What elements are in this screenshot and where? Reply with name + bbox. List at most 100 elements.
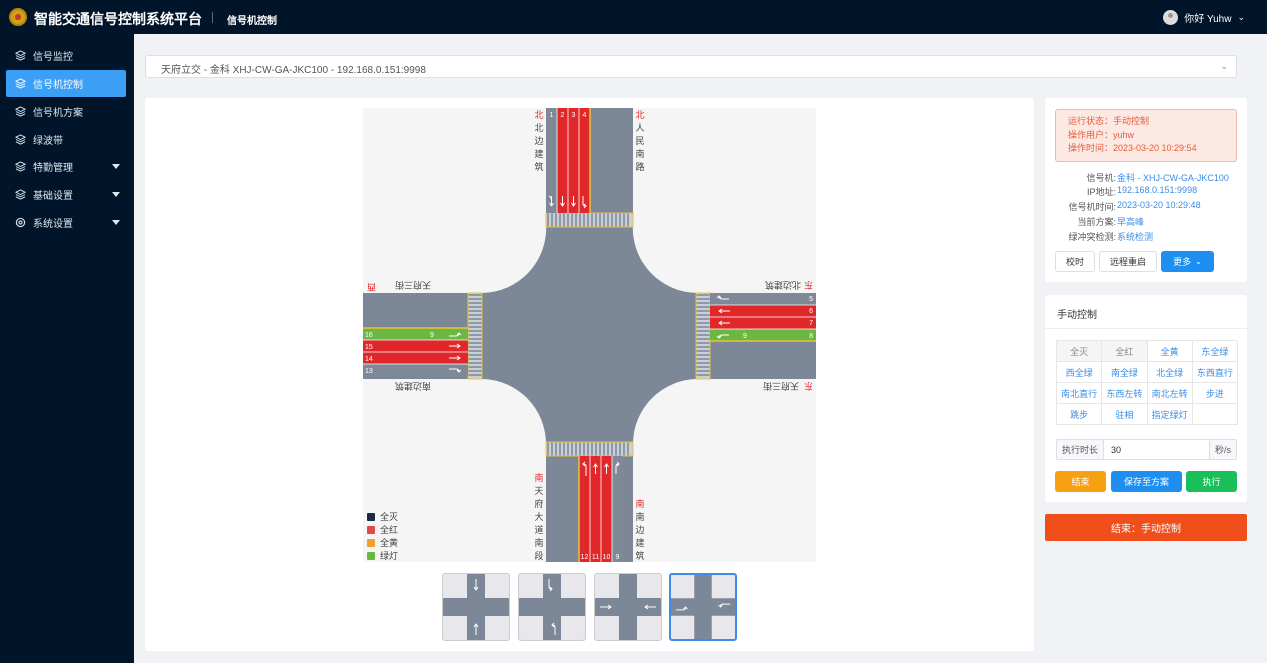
- road-char: 南: [635, 148, 644, 159]
- road-char: 北: [534, 123, 543, 133]
- lane-w16: [363, 328, 468, 340]
- legend-label: 全红: [380, 524, 398, 535]
- mode-all-off[interactable]: 全灭: [1057, 341, 1103, 362]
- road-char: 大: [534, 511, 543, 522]
- east-lanes: 5 6 7 8 9: [710, 293, 816, 342]
- mode-ew-left[interactable]: 东西左转: [1102, 383, 1148, 404]
- settings-icon: [14, 217, 26, 229]
- sync-time-button[interactable]: 校时: [1055, 251, 1095, 272]
- info-value: 金科 - XHJ-CW-GA-JKC100: [1117, 173, 1229, 183]
- phase-east-west-turn[interactable]: [669, 573, 737, 641]
- lane-number: 10: [603, 554, 611, 561]
- crosswalk-north: [545, 212, 634, 228]
- mode-skip[interactable]: 跳步: [1057, 404, 1103, 425]
- execute-button[interactable]: 执行: [1186, 471, 1237, 492]
- lane-number: 12: [581, 554, 589, 561]
- run-state: 运行状态：手动控制: [1068, 116, 1150, 126]
- intersection-map: 1 2 3 4 12 11 10 9 16 15 14 13 9 5 6 7 8…: [363, 108, 816, 562]
- chevron-down-icon: ⌄: [1220, 61, 1228, 71]
- mode-south-green[interactable]: 南全绿: [1102, 362, 1148, 383]
- lane-number: 14: [365, 356, 373, 363]
- info-label: IP地址:: [1086, 187, 1116, 197]
- mode-east-green[interactable]: 东全绿: [1192, 341, 1238, 362]
- save-to-plan-button[interactable]: 保存至方案: [1111, 471, 1182, 492]
- manual-control-panel: 手动控制 全灭 全红 全黄 东全绿 西全绿 南全绿 北全绿 东西直行 南北直行 …: [1045, 295, 1247, 502]
- layers-icon: [14, 50, 26, 62]
- legend-label: 全黄: [380, 537, 398, 548]
- sidebar-item-label: 系统设置: [33, 219, 73, 230]
- mode-west-green[interactable]: 西全绿: [1057, 362, 1103, 383]
- caret-down-icon: [112, 164, 120, 169]
- sidebar-item-green-wave[interactable]: 绿波带: [6, 126, 126, 153]
- layers-icon: [14, 161, 26, 173]
- lane-number: 11: [592, 554, 599, 561]
- mode-north-green[interactable]: 北全绿: [1147, 362, 1193, 383]
- phase-north-south-straight[interactable]: [442, 573, 510, 641]
- layers-icon: [14, 78, 26, 90]
- road-char: 建: [534, 148, 543, 159]
- caret-down-icon: [112, 220, 120, 225]
- layers-icon: [14, 134, 26, 146]
- legend-swatch: [367, 539, 375, 547]
- mode-specify-green[interactable]: 指定绿灯: [1147, 404, 1193, 425]
- mode-ew-straight[interactable]: 东西直行: [1192, 362, 1238, 383]
- operation-time: 操作时间：2023-03-20 10:29:54: [1068, 143, 1197, 153]
- road-name: 天府三街: [763, 381, 799, 392]
- lane-number: 8: [809, 333, 813, 340]
- breadcrumb: 信号机控制: [227, 16, 277, 27]
- end-button[interactable]: 结束: [1055, 471, 1106, 492]
- info-label: 信号机时间:: [1068, 202, 1116, 212]
- info-value: 2023-03-20 10:29:48: [1117, 200, 1201, 210]
- chevron-down-icon: ⌄: [1237, 12, 1245, 22]
- mode-step[interactable]: 步进: [1192, 383, 1238, 404]
- legend-label: 全灭: [380, 511, 398, 522]
- legend-swatch: [367, 526, 375, 534]
- sidebar-item-signal-control[interactable]: 信号机控制: [6, 70, 126, 97]
- lane-s9: [612, 456, 623, 562]
- lane-w13: [363, 364, 468, 376]
- road-char: 段: [534, 550, 543, 561]
- sidebar-item-system-settings[interactable]: 系统设置: [6, 209, 126, 236]
- intersection-select[interactable]: 天府立交 - 金科 XHJ-CW-GA-JKC100 - 192.168.0.1…: [145, 55, 1237, 78]
- mode-ns-straight[interactable]: 南北直行: [1057, 383, 1103, 404]
- sidebar-item-signal-plan[interactable]: 信号机方案: [6, 98, 126, 125]
- crosswalk-south: [545, 441, 634, 457]
- sidebar-item-label: 信号机方案: [33, 108, 83, 119]
- info-value: 早高峰: [1117, 217, 1145, 227]
- run-status-box: 运行状态：手动控制 操作用户：yuhw 操作时间：2023-03-20 10:2…: [1055, 109, 1237, 162]
- legend-swatch: [367, 552, 375, 560]
- road-char: 路: [635, 161, 644, 172]
- mode-all-red[interactable]: 全红: [1102, 341, 1148, 362]
- mode-hold[interactable]: 驻相: [1102, 404, 1148, 425]
- phase-east-west-straight[interactable]: [594, 573, 662, 641]
- legend-label: 绿灯: [380, 550, 398, 561]
- road-char: 民: [635, 136, 644, 146]
- remote-reboot-button[interactable]: 远程重启: [1099, 251, 1157, 272]
- control-mode-grid: 全灭 全红 全黄 东全绿 西全绿 南全绿 北全绿 东西直行 南北直行 东西左转 …: [1056, 340, 1238, 425]
- direction-east: 东: [804, 280, 813, 291]
- info-label: 当前方案:: [1077, 217, 1116, 227]
- sidebar-item-label: 信号监控: [33, 52, 73, 63]
- police-badge-icon: [9, 8, 27, 26]
- direction-west: 西: [367, 282, 376, 292]
- sidebar-item-special-duty[interactable]: 特勤管理: [6, 153, 126, 180]
- lane-phase-number: 9: [430, 332, 434, 339]
- lane-number: 2: [561, 112, 565, 119]
- mode-all-yellow[interactable]: 全黄: [1147, 341, 1193, 362]
- more-button[interactable]: 更多 ⌄: [1161, 251, 1214, 272]
- app-title: 智能交通信号控制系统平台: [34, 11, 202, 27]
- sidebar-item-label: 特勤管理: [33, 163, 73, 174]
- direction-south: 南: [534, 472, 543, 483]
- user-menu[interactable]: 你好 Yuhw ⌄: [1163, 10, 1245, 25]
- road-name: 南边建筑: [395, 381, 431, 392]
- duration-label: 执行时长: [1057, 440, 1104, 459]
- sidebar-item-basic-settings[interactable]: 基础设置: [6, 181, 126, 208]
- info-label: 绿冲突检测:: [1068, 232, 1116, 242]
- sidebar-item-signal-monitor[interactable]: 信号监控: [6, 42, 126, 69]
- lane-number: 4: [583, 112, 587, 119]
- duration-input[interactable]: 执行时长 30 秒/s: [1056, 439, 1237, 460]
- layers-icon: [14, 106, 26, 118]
- mode-ns-left[interactable]: 南北左转: [1147, 383, 1193, 404]
- phase-north-south-turn[interactable]: [518, 573, 586, 641]
- end-manual-control-button[interactable]: 结束：手动控制: [1045, 514, 1247, 541]
